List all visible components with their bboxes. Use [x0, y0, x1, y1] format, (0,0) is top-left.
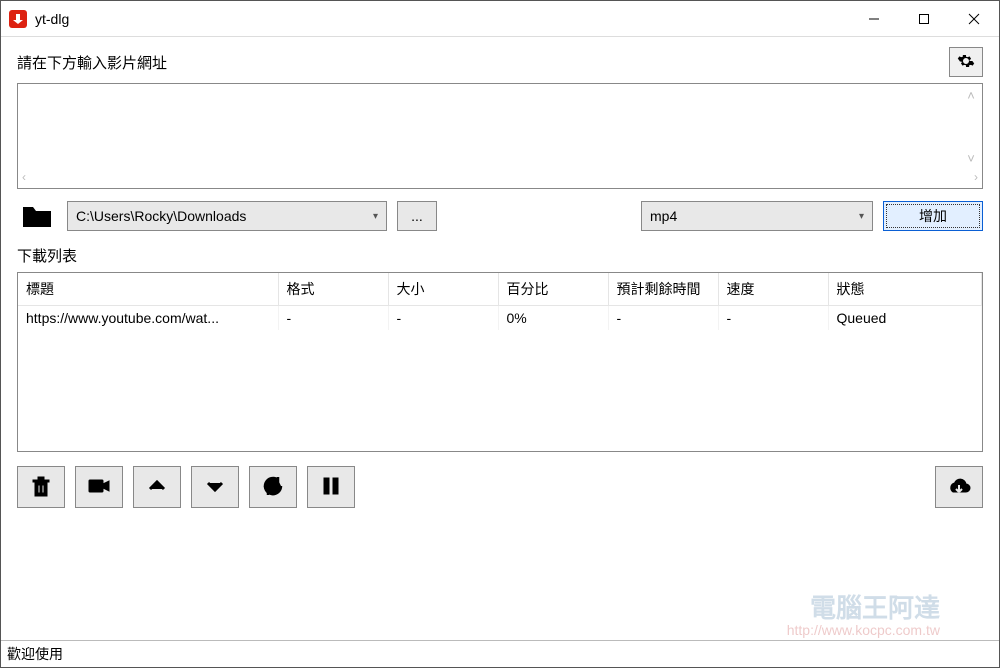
table-row[interactable]: https://www.youtube.com/wat...--0%--Queu…	[18, 306, 982, 331]
download-table: 標題 格式 大小 百分比 預計剩餘時間 速度 狀態 https://www.yo…	[17, 272, 983, 452]
video-icon	[87, 474, 111, 501]
chevron-up-icon	[145, 474, 169, 501]
chevron-down-icon: ▾	[859, 211, 864, 222]
scroll-right-icon: ›	[974, 170, 978, 184]
titlebar: yt-dlg	[1, 1, 999, 37]
cell-ext: -	[278, 306, 388, 331]
start-download-button[interactable]	[935, 466, 983, 508]
close-button[interactable]	[949, 1, 999, 36]
scroll-up-icon: ˄	[967, 88, 975, 103]
gear-icon	[957, 52, 975, 73]
scroll-down-icon: ˅	[967, 151, 975, 166]
cell-speed: -	[718, 306, 828, 331]
trash-icon	[29, 474, 53, 501]
format-combo[interactable]: mp4 ▾	[641, 201, 873, 231]
col-title[interactable]: 標題	[18, 273, 278, 306]
table-header-row: 標題 格式 大小 百分比 預計剩餘時間 速度 狀態	[18, 273, 982, 306]
move-down-button[interactable]	[191, 466, 239, 508]
url-instruction-label: 請在下方輸入影片網址	[17, 52, 167, 73]
reload-button[interactable]	[249, 466, 297, 508]
download-list-label: 下載列表	[17, 245, 983, 266]
app-icon	[9, 10, 27, 28]
cloud-download-icon	[947, 474, 971, 501]
reload-icon	[261, 474, 285, 501]
move-up-button[interactable]	[133, 466, 181, 508]
save-path-value: C:\Users\Rocky\Downloads	[76, 208, 373, 224]
col-status[interactable]: 狀態	[828, 273, 982, 306]
col-speed[interactable]: 速度	[718, 273, 828, 306]
folder-icon	[17, 201, 57, 231]
maximize-button[interactable]	[899, 1, 949, 36]
delete-button[interactable]	[17, 466, 65, 508]
pause-icon	[319, 474, 343, 501]
cell-status: Queued	[828, 306, 982, 331]
format-value: mp4	[650, 208, 859, 224]
scrollbar-vertical[interactable]: ˄ ˅	[962, 86, 980, 168]
cell-size: -	[388, 306, 498, 331]
video-button[interactable]	[75, 466, 123, 508]
scroll-left-icon: ‹	[22, 170, 26, 184]
chevron-down-icon: ▾	[373, 211, 378, 222]
app-window: yt-dlg 請在下方輸入影片網址	[0, 0, 1000, 668]
url-input-container: ˄ ˅ ‹ ›	[17, 83, 983, 189]
status-bar: 歡迎使用	[1, 640, 999, 667]
col-ext[interactable]: 格式	[278, 273, 388, 306]
cell-percent: 0%	[498, 306, 608, 331]
cell-title: https://www.youtube.com/wat...	[18, 306, 278, 331]
col-percent[interactable]: 百分比	[498, 273, 608, 306]
url-input[interactable]	[20, 86, 962, 168]
add-button[interactable]: 增加	[883, 201, 983, 231]
window-title: yt-dlg	[35, 11, 69, 27]
col-size[interactable]: 大小	[388, 273, 498, 306]
settings-button[interactable]	[949, 47, 983, 77]
save-path-combo[interactable]: C:\Users\Rocky\Downloads ▾	[67, 201, 387, 231]
chevron-down-icon	[203, 474, 227, 501]
pause-button[interactable]	[307, 466, 355, 508]
minimize-button[interactable]	[849, 1, 899, 36]
browse-button[interactable]: ...	[397, 201, 437, 231]
col-eta[interactable]: 預計剩餘時間	[608, 273, 718, 306]
scrollbar-horizontal[interactable]: ‹ ›	[20, 168, 980, 186]
cell-eta: -	[608, 306, 718, 331]
